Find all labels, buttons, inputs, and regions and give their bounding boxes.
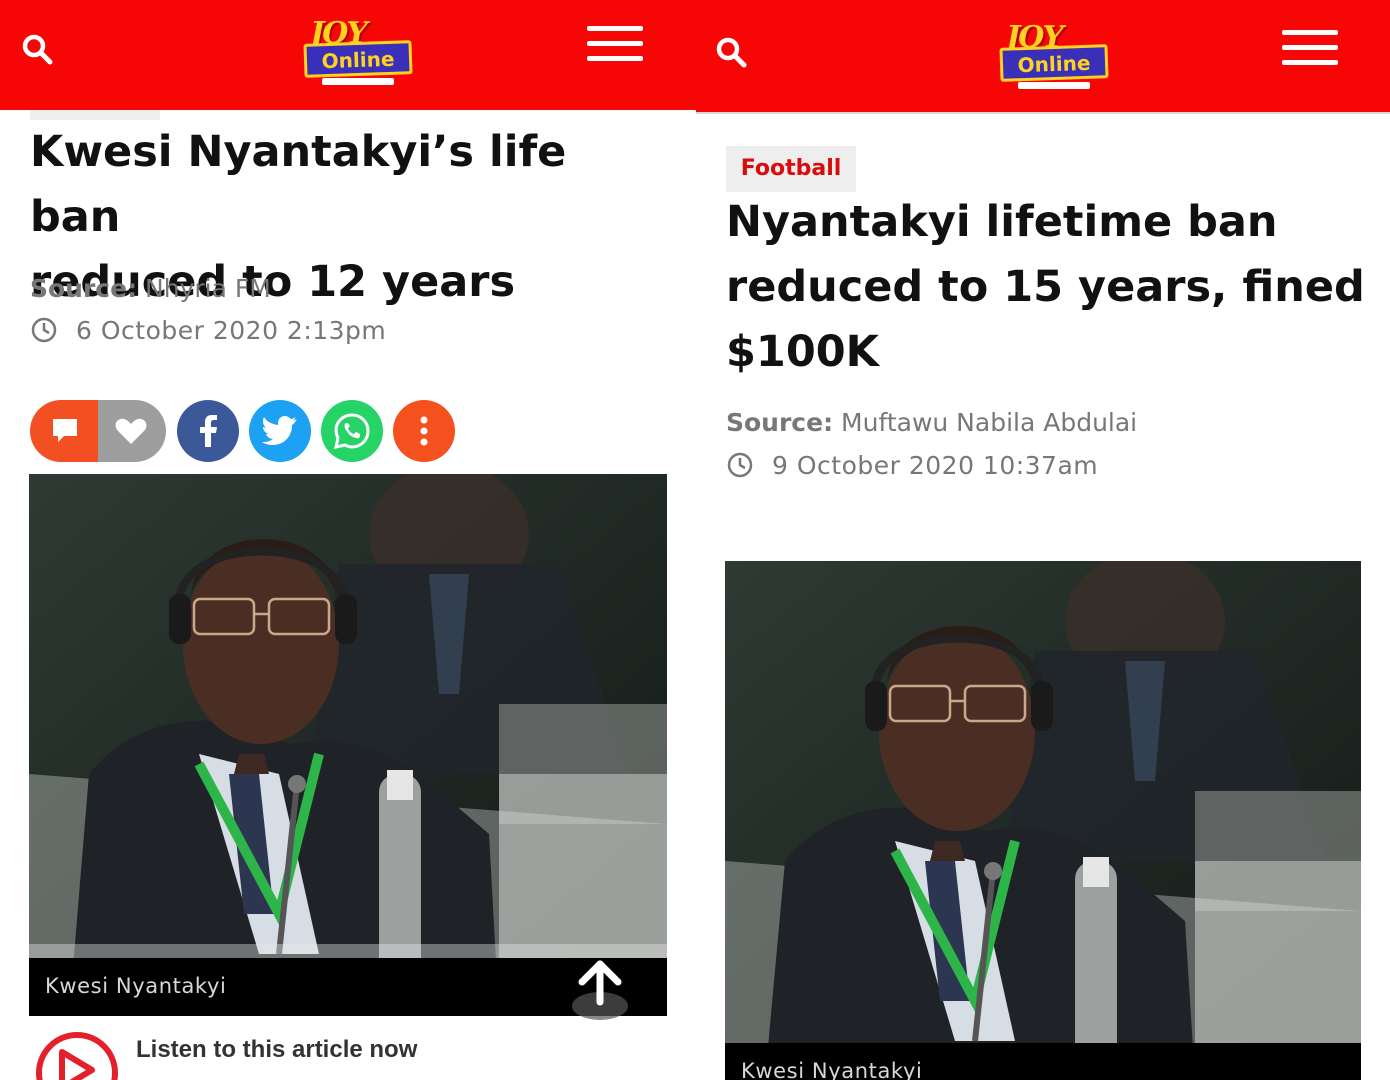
- photo-illustration: [725, 561, 1361, 1080]
- photo-caption: Kwesi Nyantakyi: [741, 1059, 923, 1080]
- article-screenshot-left: JOY Online Kwesi Nyantakyi’s life ban re…: [0, 0, 696, 1080]
- scroll-to-top-button[interactable]: [554, 944, 646, 1024]
- headline-line-2: reduced to 15 years, fined: [726, 262, 1365, 312]
- facebook-share-button[interactable]: [177, 400, 239, 462]
- photo-caption-bar: Kwesi Nyantakyi: [725, 1043, 1361, 1080]
- whatsapp-share-button[interactable]: [321, 400, 383, 462]
- play-audio-icon[interactable]: [36, 1032, 118, 1080]
- publish-date: 6 October 2020 2:13pm: [76, 316, 387, 345]
- category-tag-partial: [30, 110, 160, 120]
- hamburger-menu-icon[interactable]: [1282, 30, 1338, 66]
- article-headline: Nyantakyi lifetime ban reduced to 15 yea…: [726, 190, 1366, 385]
- search-icon[interactable]: [20, 32, 56, 68]
- comment-button[interactable]: [30, 400, 98, 462]
- headline-line-1: Nyantakyi lifetime ban: [726, 197, 1278, 247]
- source-value: Muftawu Nabila Abdulai: [841, 408, 1138, 437]
- article-photo: Kwesi Nyantakyi: [29, 474, 667, 1016]
- logo-online-text: Online: [321, 46, 395, 74]
- photo-caption: Kwesi Nyantakyi: [45, 974, 227, 998]
- category-tag[interactable]: Football: [726, 146, 856, 192]
- arrow-up-icon: [572, 960, 628, 1020]
- headline-line-3: $100K: [726, 327, 879, 377]
- joy-online-logo[interactable]: JOY Online: [996, 20, 1112, 92]
- listen-to-article-label[interactable]: Listen to this article now: [136, 1036, 417, 1064]
- whatsapp-icon: [334, 413, 370, 449]
- logo-url-strip: [1018, 82, 1090, 89]
- logo-box: Online: [999, 44, 1109, 82]
- more-icon: [420, 416, 428, 446]
- more-options-button[interactable]: [393, 400, 455, 462]
- twitter-share-button[interactable]: [249, 400, 311, 462]
- search-icon[interactable]: [714, 35, 750, 71]
- headline-line-1: Kwesi Nyantakyi’s life ban: [30, 127, 567, 242]
- twitter-icon: [262, 416, 297, 445]
- logo-online-text: Online: [1017, 50, 1091, 78]
- article-screenshot-right: JOY Online Football Nyantakyi lifetime b…: [696, 0, 1390, 1080]
- source-value: Nhyria FM: [145, 274, 271, 303]
- publish-date: 9 October 2020 10:37am: [772, 451, 1099, 480]
- heart-icon: [115, 418, 147, 444]
- like-button[interactable]: [98, 400, 166, 462]
- photo-illustration: [29, 474, 667, 1016]
- comment-icon: [53, 419, 77, 442]
- article-source: Source: Muftawu Nabila Abdulai: [726, 408, 1137, 437]
- article-photo: Kwesi Nyantakyi: [725, 561, 1361, 1080]
- facebook-icon: [200, 415, 217, 447]
- source-label: Source:: [30, 274, 138, 303]
- clock-icon: [726, 451, 754, 479]
- logo-box: Online: [303, 40, 413, 78]
- hamburger-menu-icon[interactable]: [587, 26, 643, 62]
- top-navigation-bar: JOY Online: [0, 0, 696, 110]
- top-navigation-bar: JOY Online: [696, 0, 1390, 114]
- source-label: Source:: [726, 408, 834, 437]
- joy-online-logo[interactable]: JOY Online: [300, 16, 416, 88]
- clock-icon: [30, 316, 58, 344]
- logo-url-strip: [322, 78, 394, 85]
- article-source: Source: Nhyria FM: [30, 274, 271, 303]
